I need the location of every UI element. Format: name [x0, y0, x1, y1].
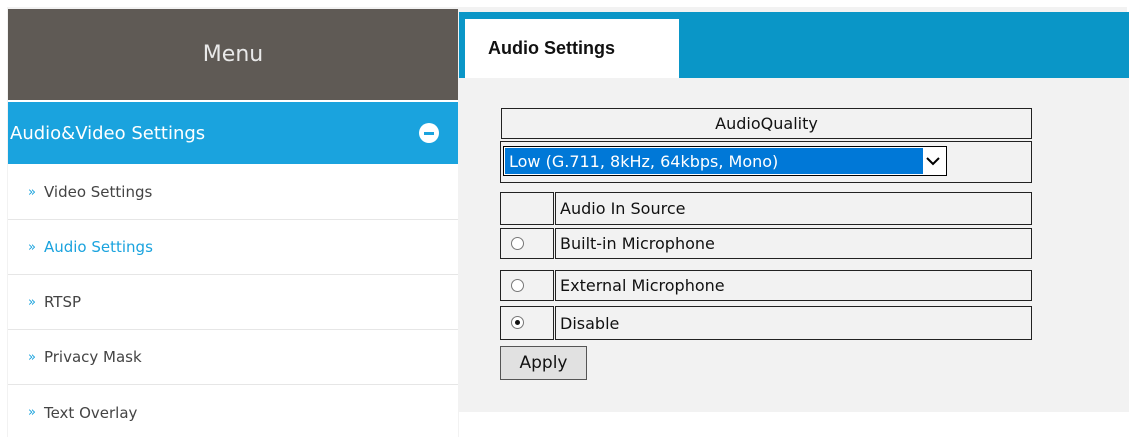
radio-cell	[500, 228, 554, 259]
option-external-microphone: External Microphone	[555, 270, 1032, 301]
chevron-right-icon: »	[28, 349, 36, 365]
audio-quality-select[interactable]: Low (G.711, 8kHz, 64kbps, Mono)	[503, 146, 947, 176]
sidebar-item-video-settings[interactable]: » Video Settings	[8, 165, 458, 220]
sidebar-item-label: RTSP	[43, 293, 82, 311]
sidebar: Menu Audio&Video Settings » Video Settin…	[8, 9, 458, 439]
radio-disable[interactable]	[511, 316, 524, 329]
radio-cell	[500, 306, 554, 340]
tab-audio-settings[interactable]: Audio Settings	[465, 19, 679, 78]
section-label: Audio&Video Settings	[10, 122, 206, 144]
chevron-right-icon: »	[28, 405, 36, 420]
content-footer	[459, 412, 1129, 439]
option-built-in-microphone: Built-in Microphone	[555, 228, 1032, 259]
radio-built-in-microphone[interactable]	[511, 237, 524, 250]
sidebar-item-audio-settings[interactable]: » Audio Settings	[8, 220, 458, 275]
radio-external-microphone[interactable]	[511, 279, 524, 292]
sidebar-item-label: Text Overlay	[43, 403, 138, 422]
chevron-down-icon[interactable]	[923, 150, 943, 172]
sidebar-item-label: Video Settings	[43, 183, 153, 201]
collapse-icon[interactable]	[419, 123, 439, 143]
option-disable: Disable	[555, 306, 1032, 340]
audio-quality-selected-value: Low (G.711, 8kHz, 64kbps, Mono)	[505, 148, 923, 174]
sidebar-item-text-overlay[interactable]: » Text Overlay	[8, 385, 458, 440]
source-header-blank	[500, 192, 554, 225]
sidebar-item-privacy-mask[interactable]: » Privacy Mask	[8, 330, 458, 385]
chevron-right-icon: »	[28, 294, 36, 310]
section-audio-video-settings[interactable]: Audio&Video Settings	[8, 102, 458, 164]
audio-source-header: Audio In Source	[555, 192, 1032, 225]
chevron-right-icon: »	[28, 184, 36, 200]
sidebar-item-rtsp[interactable]: » RTSP	[8, 275, 458, 330]
audio-quality-header: AudioQuality	[501, 108, 1032, 139]
apply-button[interactable]: Apply	[500, 346, 587, 380]
chevron-right-icon: »	[28, 239, 36, 255]
menu-header: Menu	[8, 9, 458, 100]
sidebar-item-label: Privacy Mask	[43, 348, 142, 366]
radio-cell	[500, 270, 554, 301]
sidebar-item-label: Audio Settings	[43, 238, 153, 256]
